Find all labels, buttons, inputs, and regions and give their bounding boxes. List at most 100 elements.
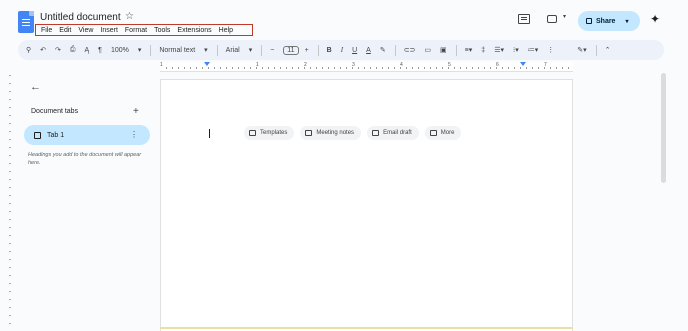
menu-bar: File Edit View Insert Format Tools Exten… (35, 24, 253, 36)
link-icon[interactable]: ⊂⊃ (404, 46, 416, 54)
ruler-tick (448, 67, 449, 69)
print-icon[interactable]: ⎙ (70, 46, 76, 54)
meeting-notes-icon (305, 130, 313, 136)
ruler-tick (358, 67, 359, 69)
numbered-list-icon[interactable]: ≔▾ (528, 46, 539, 54)
star-icon[interactable]: ☆ (125, 11, 134, 22)
share-button[interactable]: Share ▾ (578, 11, 640, 31)
docs-logo-icon[interactable] (18, 11, 34, 33)
style-select[interactable]: Normal text (159, 47, 195, 54)
ruler-tick (418, 67, 419, 69)
document-tabs-heading: Document tabs (31, 108, 79, 115)
comment-icon[interactable]: ▭ (424, 46, 431, 54)
add-tab-icon[interactable]: + (133, 106, 139, 117)
scrollbar[interactable] (661, 73, 666, 183)
ruler-tick (334, 67, 335, 69)
bulleted-list-icon[interactable]: ⁝▾ (513, 46, 519, 54)
separator (261, 44, 263, 56)
search-icon[interactable]: ⚲ (26, 46, 31, 54)
image-icon[interactable]: ▣ (440, 46, 447, 54)
ruler-tick (292, 67, 293, 69)
comment-history-icon[interactable] (518, 14, 530, 24)
ruler-tick (388, 67, 389, 69)
templates-chip[interactable]: Templates (244, 126, 295, 140)
tab-item[interactable]: Tab 1 ⋮ (24, 125, 150, 145)
back-arrow-icon[interactable]: ← (30, 81, 41, 93)
ruler-tick (172, 67, 173, 69)
ruler-tick (382, 67, 383, 69)
ruler-tick (316, 67, 317, 69)
align-icon[interactable]: ≡▾ (465, 46, 473, 54)
bold-button[interactable]: B (327, 47, 332, 54)
highlight-icon[interactable]: ✎ (380, 46, 386, 54)
document-title[interactable]: Untitled document (40, 12, 121, 23)
menu-extensions[interactable]: Extensions (177, 27, 211, 34)
ruler-tick (424, 67, 425, 69)
chevron-down-icon[interactable]: ▾ (249, 46, 253, 54)
meet-icon[interactable] (547, 15, 557, 23)
email-draft-chip[interactable]: Email draft (367, 126, 419, 140)
chip-label: More (440, 130, 455, 136)
ruler-tick (226, 67, 227, 69)
ruler-tick (9, 179, 11, 180)
ruler-tick (238, 67, 239, 69)
underline-button[interactable]: U (352, 47, 357, 54)
edit-mode-icon[interactable]: ✎▾ (577, 46, 586, 54)
menu-format[interactable]: Format (125, 27, 147, 34)
chevron-down-icon[interactable]: ▾ (563, 13, 566, 20)
toolbar: ⚲ ↶ ↷ ⎙ Ą ¶ 100% ▾ Normal text ▾ Arial ▾… (18, 40, 664, 60)
ruler-tick (550, 67, 551, 69)
line-spacing-icon[interactable]: ‡ (481, 47, 485, 54)
ruler-tick (442, 67, 443, 69)
right-indent-marker[interactable] (520, 62, 526, 66)
decrease-font-size-button[interactable]: − (270, 47, 274, 54)
ruler-tick (430, 67, 431, 69)
separator (455, 44, 457, 56)
menu-file[interactable]: File (41, 27, 52, 34)
menu-insert[interactable]: Insert (100, 27, 118, 34)
ruler-tick (9, 75, 11, 76)
more-vert-icon[interactable]: ⋮ (130, 130, 138, 139)
chevron-up-icon[interactable]: ⌃ (605, 46, 611, 54)
menu-view[interactable]: View (78, 27, 93, 34)
ruler-tick (322, 67, 323, 69)
separator (394, 44, 396, 56)
more-options-icon[interactable]: ⋮ (547, 46, 554, 54)
ruler-tick (328, 67, 329, 69)
text-color-button[interactable]: A (366, 47, 371, 54)
ruler-tick (274, 67, 275, 69)
zoom-select[interactable]: 100% (111, 47, 129, 54)
ruler-tick (9, 163, 11, 164)
menu-help[interactable]: Help (219, 27, 233, 34)
increase-font-size-button[interactable]: + (305, 47, 309, 54)
spellcheck-icon[interactable]: Ą (85, 47, 90, 54)
ruler-tick (190, 67, 191, 69)
italic-button[interactable]: I (341, 46, 343, 54)
checklist-icon[interactable]: ☰▾ (494, 46, 504, 54)
ruler-tick (9, 83, 11, 84)
paint-format-icon[interactable]: ¶ (98, 47, 102, 54)
redo-icon[interactable]: ↷ (55, 46, 61, 54)
chevron-down-icon[interactable]: ▾ (204, 46, 208, 54)
separator (150, 44, 152, 56)
document-page[interactable]: Templates Meeting notes Email draft More (160, 79, 573, 331)
meeting-notes-chip[interactable]: Meeting notes (300, 126, 362, 140)
menu-tools[interactable]: Tools (154, 27, 170, 34)
chevron-down-icon[interactable]: ▾ (625, 18, 628, 25)
menu-edit[interactable]: Edit (59, 27, 71, 34)
ruler-tick (412, 67, 413, 69)
chevron-down-icon[interactable]: ▾ (138, 46, 142, 54)
more-chip[interactable]: More (424, 126, 462, 140)
ruler-tick (376, 67, 377, 69)
ruler-tick (406, 67, 407, 69)
undo-icon[interactable]: ↶ (40, 46, 46, 54)
ruler[interactable]: 1 1 2 3 4 5 6 7 (160, 62, 573, 72)
ruler-tick (9, 211, 11, 212)
ruler-tick (9, 291, 11, 292)
font-size-input[interactable]: 11 (283, 45, 299, 55)
left-indent-marker[interactable] (204, 62, 210, 66)
gemini-icon[interactable]: ✦ (650, 12, 660, 26)
ruler-tick (214, 67, 215, 69)
ruler-tick (472, 67, 473, 69)
font-select[interactable]: Arial (226, 47, 240, 54)
